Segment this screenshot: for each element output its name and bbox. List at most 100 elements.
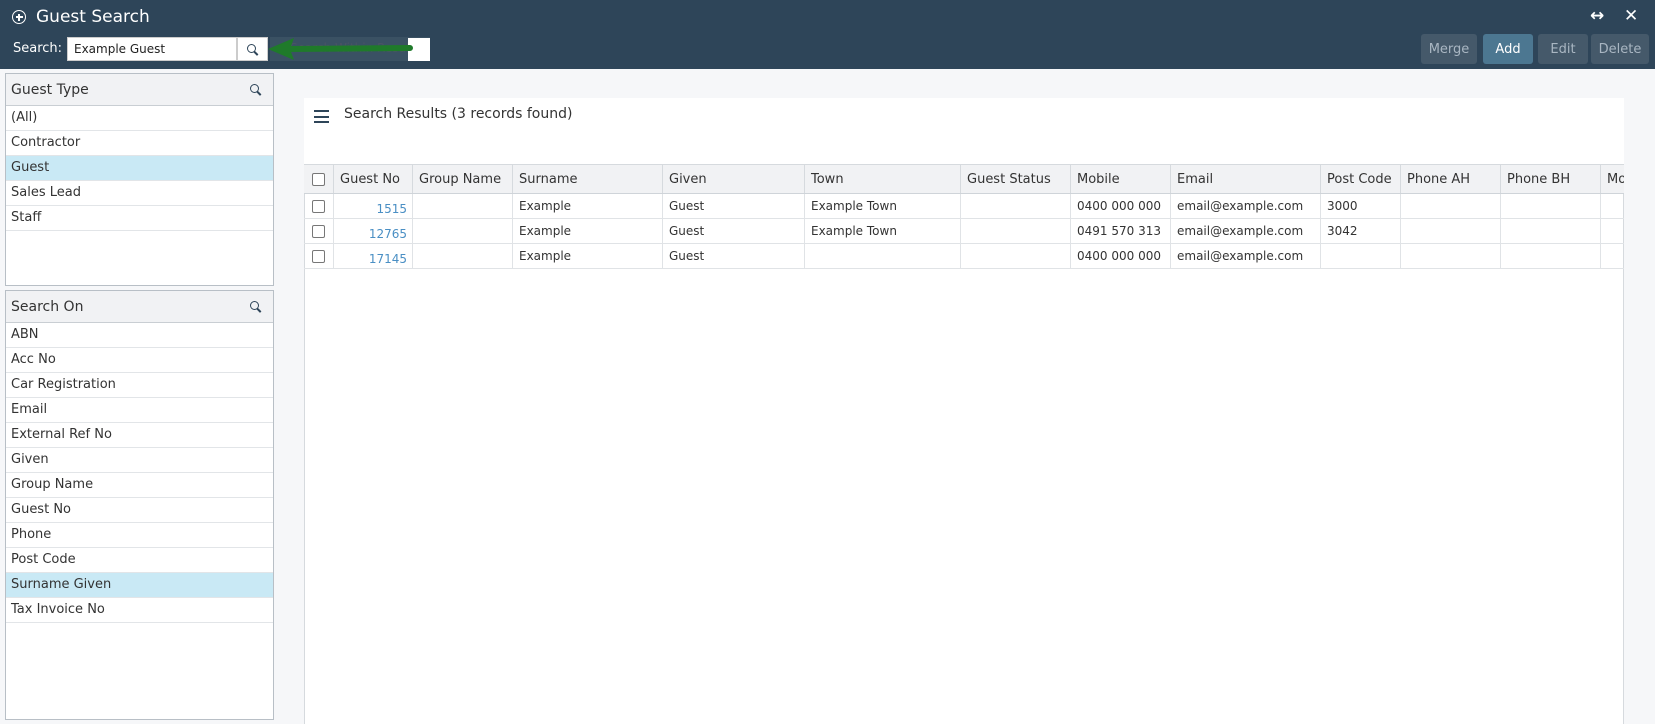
guest-type-item[interactable]: Guest	[6, 156, 273, 181]
column-header[interactable]: Given	[663, 165, 805, 193]
column-header[interactable]: Group Name	[413, 165, 513, 193]
phone-bh-cell	[1501, 244, 1601, 268]
table-row[interactable]: 17145 Example Guest 0400 000 000 email@e…	[304, 244, 1624, 269]
column-header[interactable]: Guest Status	[961, 165, 1071, 193]
column-header[interactable]: Mo	[1601, 165, 1624, 193]
search-on-item[interactable]: Email	[6, 398, 273, 423]
guest-no-link[interactable]: 1515	[334, 194, 413, 218]
row-checkbox[interactable]	[312, 249, 325, 263]
edit-button[interactable]: Edit	[1538, 34, 1588, 64]
search-on-list: ABN Acc No Car Registration Email Extern…	[6, 323, 273, 623]
select-all-checkbox[interactable]	[312, 172, 325, 186]
search-on-item[interactable]: Group Name	[6, 473, 273, 498]
phone-ah-cell	[1401, 194, 1501, 218]
search-on-item[interactable]: Car Registration	[6, 373, 273, 398]
table-header-row: Guest No Group Name Surname Given Town G…	[304, 165, 1624, 194]
results-table: Guest No Group Name Surname Given Town G…	[304, 164, 1624, 269]
search-results-panel: Search Results (3 records found) Guest N…	[304, 98, 1624, 724]
overflow-cell	[1601, 219, 1624, 243]
guest-type-item[interactable]: Contractor	[6, 131, 273, 156]
phone-ah-cell	[1401, 244, 1501, 268]
post-code-cell	[1321, 244, 1401, 268]
guest-type-item[interactable]: Sales Lead	[6, 181, 273, 206]
town-cell: Example Town	[805, 219, 961, 243]
guest-no-link[interactable]: 17145	[334, 244, 413, 268]
annotation-arrow-icon	[268, 38, 413, 60]
add-button[interactable]: Add	[1483, 34, 1533, 64]
row-select-cell	[304, 194, 334, 218]
search-on-title: Search On	[11, 298, 84, 315]
search-on-item[interactable]: Given	[6, 448, 273, 473]
search-on-item[interactable]: Acc No	[6, 348, 273, 373]
row-checkbox[interactable]	[312, 224, 325, 238]
phone-bh-cell	[1501, 219, 1601, 243]
add-circle-icon[interactable]	[12, 10, 26, 24]
column-header[interactable]: Phone AH	[1401, 165, 1501, 193]
mobile-cell: 0400 000 000	[1071, 194, 1171, 218]
column-header[interactable]: Email	[1171, 165, 1321, 193]
town-cell: Example Town	[805, 194, 961, 218]
guest-status-cell	[961, 219, 1071, 243]
window-title: Guest Search	[36, 7, 150, 27]
guest-no-link[interactable]: 12765	[334, 219, 413, 243]
given-cell: Guest	[663, 244, 805, 268]
search-icon	[247, 43, 258, 55]
title-row: Guest Search	[12, 6, 150, 28]
email-cell: email@example.com	[1171, 244, 1321, 268]
column-header[interactable]: Surname	[513, 165, 663, 193]
surname-cell: Example	[513, 219, 663, 243]
search-button[interactable]	[237, 37, 268, 61]
group-name-cell	[413, 219, 513, 243]
mobile-cell: 0400 000 000	[1071, 244, 1171, 268]
select-all-cell	[304, 165, 334, 193]
search-on-item[interactable]: Post Code	[6, 548, 273, 573]
column-header[interactable]: Mobile	[1071, 165, 1171, 193]
resize-icon[interactable]: ↔	[1590, 6, 1604, 26]
email-cell: email@example.com	[1171, 219, 1321, 243]
town-cell	[805, 244, 961, 268]
search-on-header: Search On	[6, 291, 273, 323]
merge-button[interactable]: Merge	[1421, 34, 1477, 64]
phone-ah-cell	[1401, 219, 1501, 243]
column-header[interactable]: Town	[805, 165, 961, 193]
surname-cell: Example	[513, 194, 663, 218]
menu-icon[interactable]	[314, 110, 330, 124]
row-checkbox[interactable]	[312, 199, 325, 213]
column-header[interactable]: Post Code	[1321, 165, 1401, 193]
search-on-panel: Search On ABN Acc No Car Registration Em…	[5, 290, 274, 720]
guest-type-item[interactable]: Staff	[6, 206, 273, 231]
row-select-cell	[304, 244, 334, 268]
search-label: Search:	[13, 41, 63, 56]
given-cell: Guest	[663, 194, 805, 218]
search-on-item[interactable]: Surname Given	[6, 573, 273, 598]
post-code-cell: 3000	[1321, 194, 1401, 218]
search-icon[interactable]	[250, 301, 261, 312]
search-input[interactable]	[67, 37, 237, 61]
post-code-cell: 3042	[1321, 219, 1401, 243]
window-header: Guest Search ↔ ✕ Search: Search Within R…	[0, 0, 1655, 69]
column-header[interactable]: Guest No	[334, 165, 413, 193]
close-icon[interactable]: ✕	[1624, 6, 1638, 26]
email-cell: email@example.com	[1171, 194, 1321, 218]
row-select-cell	[304, 219, 334, 243]
guest-status-cell	[961, 194, 1071, 218]
guest-status-cell	[961, 244, 1071, 268]
guest-type-title: Guest Type	[11, 81, 89, 98]
search-on-item[interactable]: Guest No	[6, 498, 273, 523]
given-cell: Guest	[663, 219, 805, 243]
table-row[interactable]: 1515 Example Guest Example Town 0400 000…	[304, 194, 1624, 219]
phone-bh-cell	[1501, 194, 1601, 218]
guest-type-item[interactable]: (All)	[6, 106, 273, 131]
group-name-cell	[413, 194, 513, 218]
table-row[interactable]: 12765 Example Guest Example Town 0491 57…	[304, 219, 1624, 244]
group-name-cell	[413, 244, 513, 268]
delete-button[interactable]: Delete	[1591, 34, 1649, 64]
search-icon[interactable]	[250, 84, 261, 95]
search-on-item[interactable]: ABN	[6, 323, 273, 348]
guest-type-header: Guest Type	[6, 74, 273, 106]
search-on-item[interactable]: External Ref No	[6, 423, 273, 448]
search-on-item[interactable]: Tax Invoice No	[6, 598, 273, 623]
column-header[interactable]: Phone BH	[1501, 165, 1601, 193]
mobile-cell: 0491 570 313	[1071, 219, 1171, 243]
search-on-item[interactable]: Phone	[6, 523, 273, 548]
